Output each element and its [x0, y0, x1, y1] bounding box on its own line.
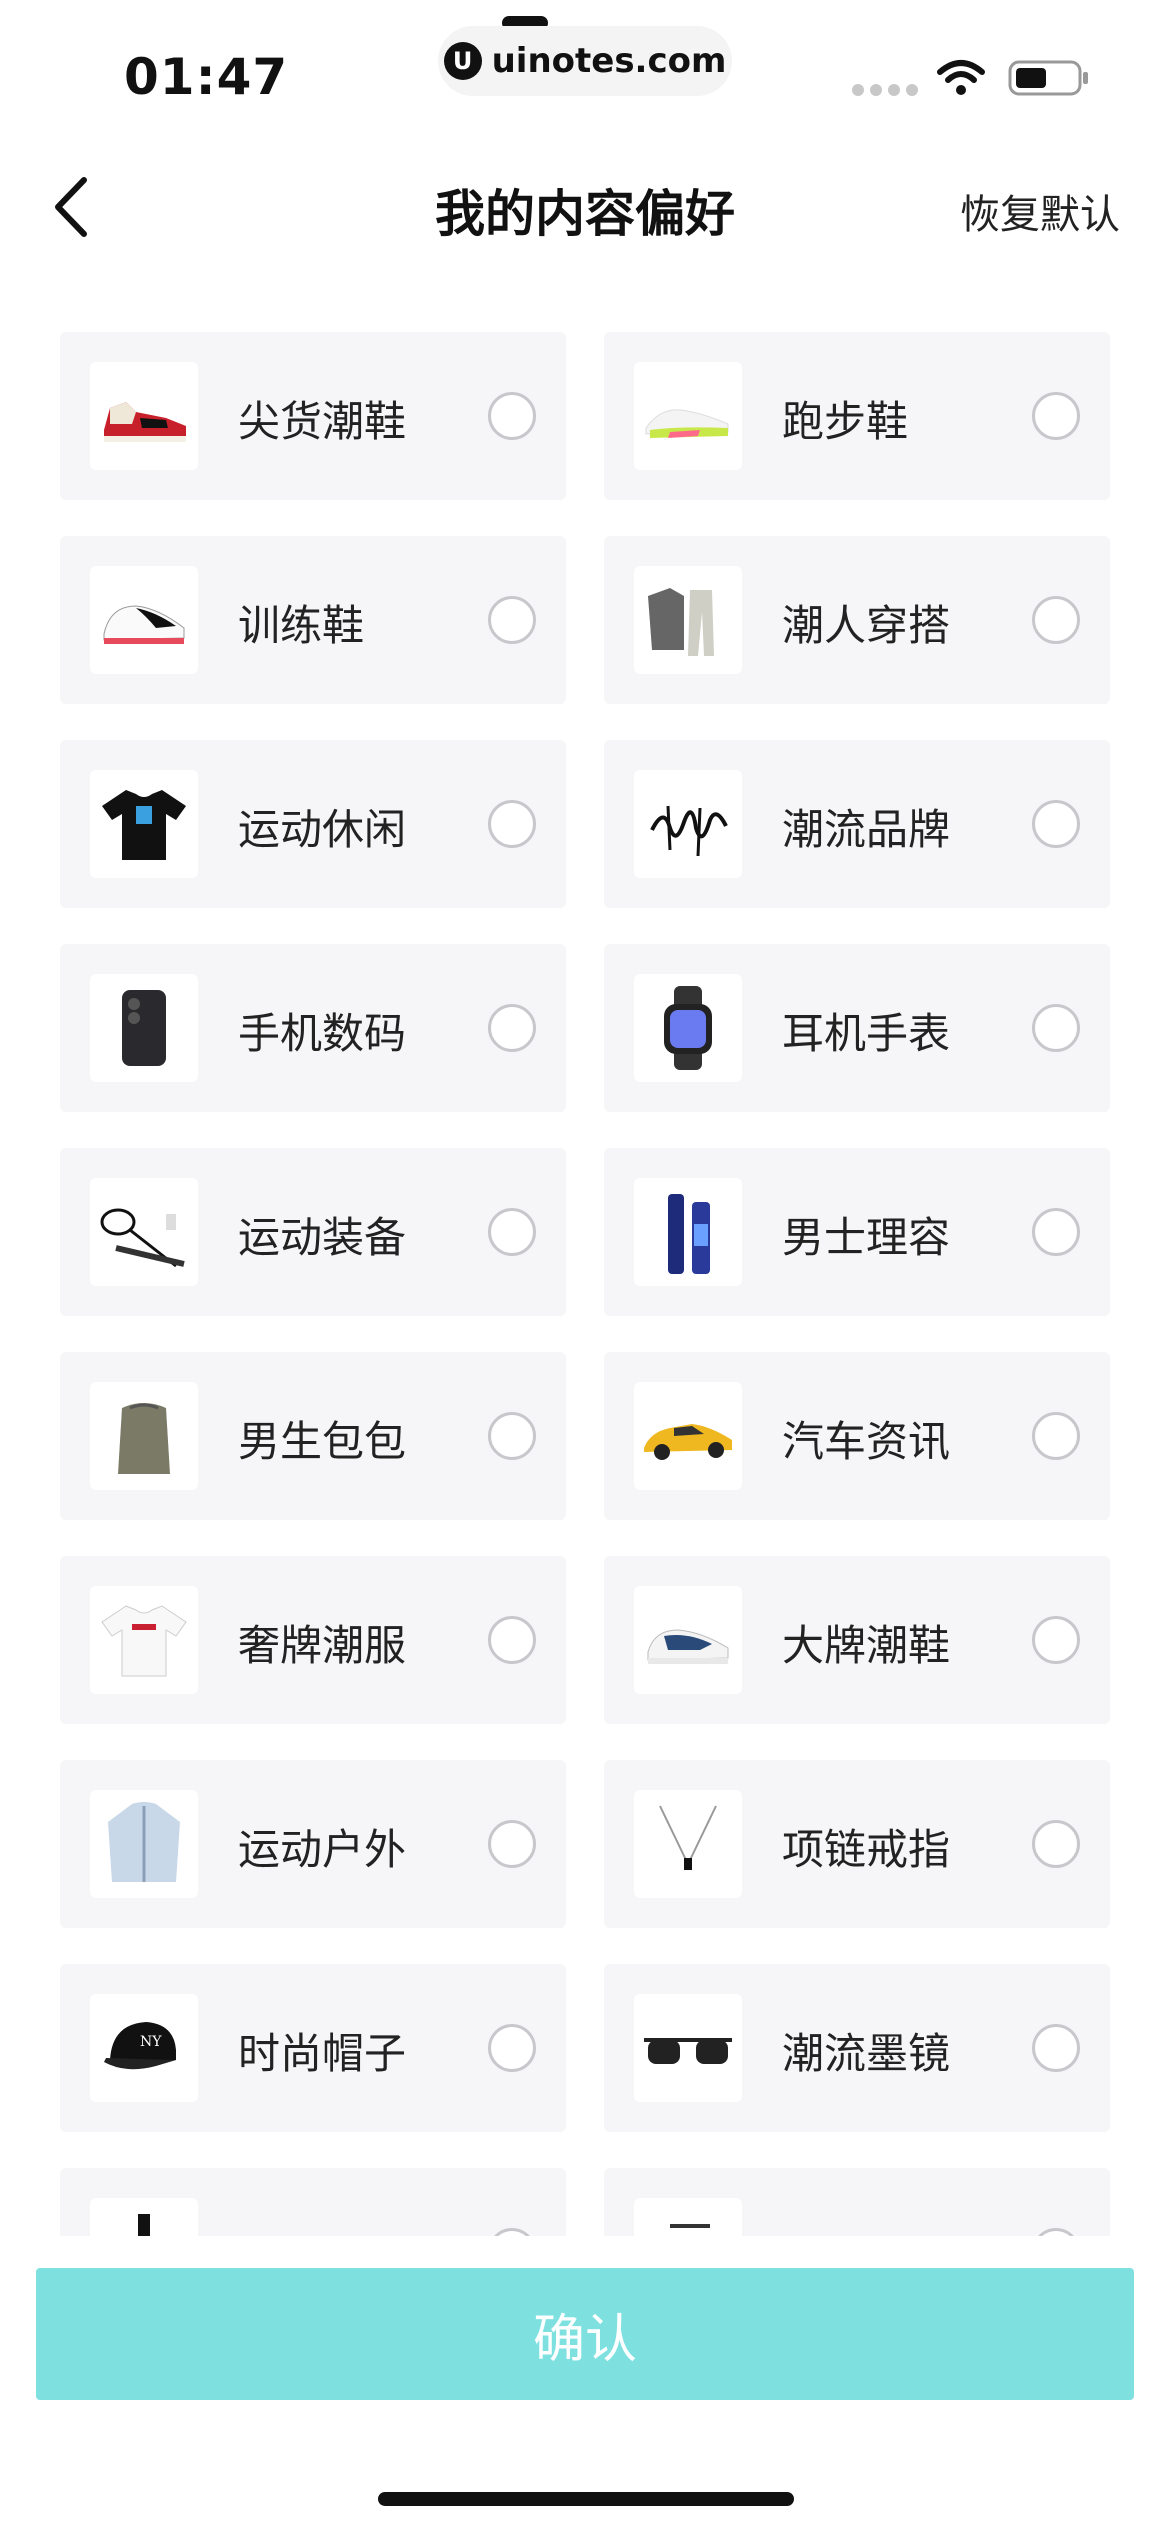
select-radio[interactable]	[1032, 2228, 1080, 2236]
select-radio[interactable]	[488, 2228, 536, 2236]
brand-logo-icon	[634, 770, 742, 878]
racket-icon	[90, 1178, 198, 1286]
preference-card[interactable]: 项链戒指	[604, 1760, 1110, 1928]
outfit-icon	[634, 566, 742, 674]
select-radio[interactable]	[488, 2024, 536, 2072]
preference-card[interactable]: 尖货潮鞋	[60, 332, 566, 500]
card-label: 运动户外	[238, 1825, 407, 1874]
select-radio[interactable]	[1032, 1820, 1080, 1868]
status-bar: 01:47 U uinotes.com	[0, 0, 1170, 120]
card-label: 耳机手表	[782, 1009, 951, 1058]
car-icon	[634, 1382, 742, 1490]
card-label: 跑步鞋	[782, 397, 909, 446]
reset-default-button[interactable]: 恢复默认	[960, 182, 1120, 240]
card-label: 运动装备	[238, 1213, 407, 1262]
select-radio[interactable]	[488, 1412, 536, 1460]
preference-card[interactable]: 男生包包	[60, 1352, 566, 1520]
preference-card[interactable]: 男士理容	[604, 1148, 1110, 1316]
preference-card[interactable]: 跑步鞋	[604, 332, 1110, 500]
url-text: uinotes.com	[491, 41, 727, 81]
watch-icon	[634, 974, 742, 1082]
preference-card[interactable]: 潮流品牌	[604, 740, 1110, 908]
card-label: 汽车资讯	[782, 1417, 951, 1466]
preference-card[interactable]: 奢牌潮服	[60, 1556, 566, 1724]
perfume-icon	[90, 2198, 198, 2236]
preference-card[interactable]	[60, 2168, 566, 2236]
accessory-icon	[634, 2198, 742, 2236]
preference-card[interactable]: NY 时尚帽子	[60, 1964, 566, 2132]
wifi-icon	[937, 60, 985, 95]
select-radio[interactable]	[1032, 1412, 1080, 1460]
card-label: 训练鞋	[238, 601, 365, 650]
preference-grid: 尖货潮鞋 跑步鞋 训练鞋 潮人穿搭 运动休闲 潮流品牌 手机数码 耳机手表 运动…	[60, 332, 1110, 2236]
card-label: 尖货潮鞋	[238, 397, 407, 446]
card-label: 男士理容	[782, 1213, 951, 1262]
select-radio[interactable]	[1032, 596, 1080, 644]
site-logo-icon: U	[443, 42, 482, 80]
preference-card[interactable]: 耳机手表	[604, 944, 1110, 1112]
backpack-icon	[90, 1382, 198, 1490]
preference-card[interactable]: 运动户外	[60, 1760, 566, 1928]
preference-card[interactable]: 手机数码	[60, 944, 566, 1112]
select-radio[interactable]	[488, 1616, 536, 1664]
training-shoe-icon	[90, 566, 198, 674]
url-pill[interactable]: U uinotes.com	[438, 26, 732, 96]
card-label: 潮流品牌	[782, 805, 951, 854]
card-label: 手机数码	[238, 1009, 407, 1058]
preference-card[interactable]: 训练鞋	[60, 536, 566, 704]
preference-card[interactable]: 运动装备	[60, 1148, 566, 1316]
preference-card[interactable]: 汽车资讯	[604, 1352, 1110, 1520]
preference-card[interactable]: 运动休闲	[60, 740, 566, 908]
select-radio[interactable]	[1032, 1616, 1080, 1664]
battery-icon	[1008, 60, 1088, 96]
select-radio[interactable]	[488, 392, 536, 440]
nav-bar: 我的内容偏好 恢复默认	[0, 150, 1170, 260]
preference-card[interactable]	[604, 2168, 1110, 2236]
jacket-icon	[90, 1790, 198, 1898]
running-shoe-icon	[634, 362, 742, 470]
card-label: 大牌潮鞋	[782, 1621, 951, 1670]
card-label: 项链戒指	[782, 1825, 951, 1874]
preference-card[interactable]: 潮流墨镜	[604, 1964, 1110, 2132]
card-label: 潮流墨镜	[782, 2029, 951, 2078]
sunglasses-icon	[634, 1994, 742, 2102]
select-radio[interactable]	[488, 596, 536, 644]
grooming-bottles-icon	[634, 1178, 742, 1286]
designer-sneaker-icon	[634, 1586, 742, 1694]
select-radio[interactable]	[1032, 800, 1080, 848]
preference-card[interactable]: 大牌潮鞋	[604, 1556, 1110, 1724]
select-radio[interactable]	[1032, 2024, 1080, 2072]
select-radio[interactable]	[488, 1820, 536, 1868]
select-radio[interactable]	[1032, 1004, 1080, 1052]
card-label: 奢牌潮服	[238, 1621, 407, 1670]
status-time: 01:47	[124, 48, 289, 106]
cellular-signal-icon	[852, 84, 918, 96]
card-label: 运动休闲	[238, 805, 407, 854]
select-radio[interactable]	[488, 1004, 536, 1052]
confirm-button[interactable]: 确认	[36, 2268, 1134, 2400]
select-radio[interactable]	[1032, 1208, 1080, 1256]
tshirt-icon	[90, 770, 198, 878]
card-label: 时尚帽子	[238, 2029, 407, 2078]
svg-text:NY: NY	[140, 2034, 162, 2050]
preference-grid-viewport: 尖货潮鞋 跑步鞋 训练鞋 潮人穿搭 运动休闲 潮流品牌 手机数码 耳机手表 运动…	[0, 320, 1170, 2236]
sneaker-icon	[90, 362, 198, 470]
necklace-icon	[634, 1790, 742, 1898]
preference-card[interactable]: 潮人穿搭	[604, 536, 1110, 704]
card-label: 潮人穿搭	[782, 601, 951, 650]
card-label: 男生包包	[238, 1417, 407, 1466]
phone-icon	[90, 974, 198, 1082]
home-indicator[interactable]	[378, 2492, 794, 2506]
luxury-tshirt-icon	[90, 1586, 198, 1694]
select-radio[interactable]	[1032, 392, 1080, 440]
select-radio[interactable]	[488, 1208, 536, 1256]
cap-icon: NY	[90, 1994, 198, 2102]
select-radio[interactable]	[488, 800, 536, 848]
